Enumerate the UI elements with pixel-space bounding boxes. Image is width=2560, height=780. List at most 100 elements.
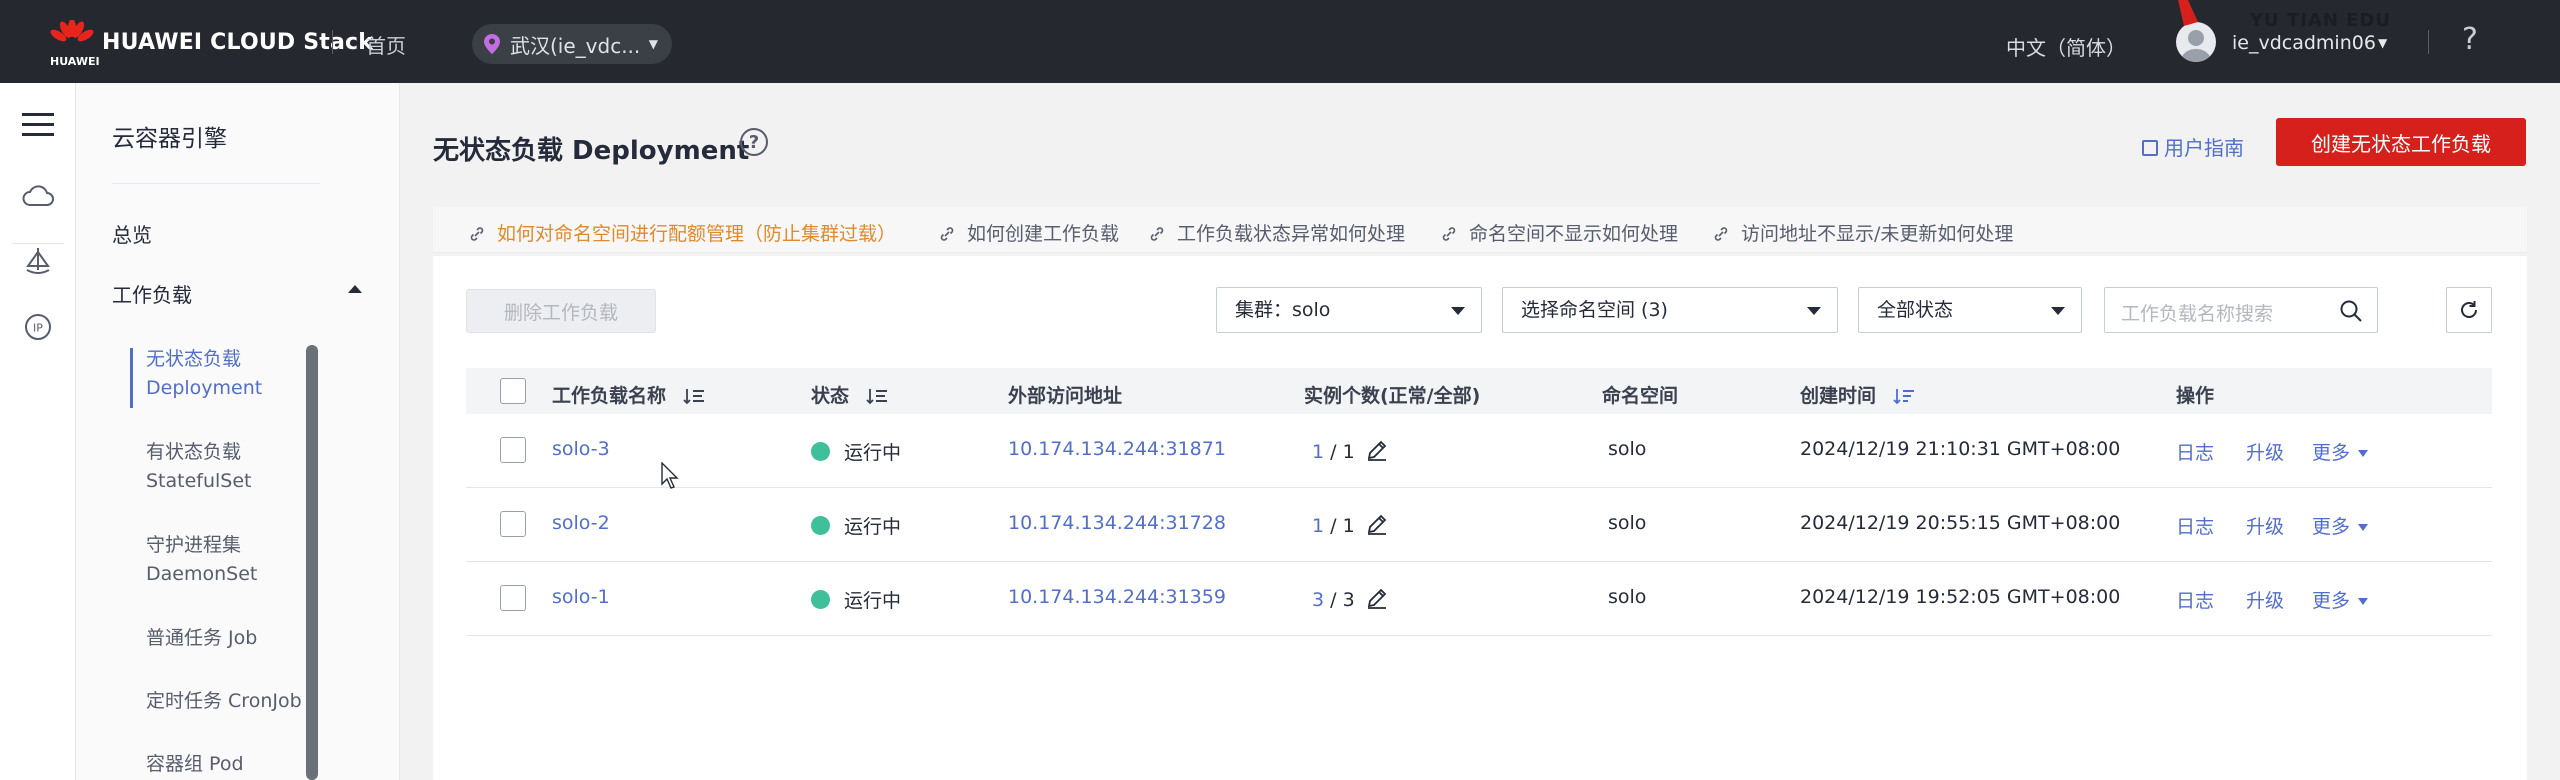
upgrade-link[interactable]: 升级 xyxy=(2246,438,2284,465)
home-link[interactable]: 首页 xyxy=(366,30,406,59)
more-dropdown[interactable]: 更多 xyxy=(2312,512,2369,539)
caret-down-icon xyxy=(2358,524,2369,531)
watermark-text: YU TIAN EDU xyxy=(2250,10,2392,31)
svg-text:IP: IP xyxy=(33,322,43,335)
divider xyxy=(2428,30,2429,54)
link-icon xyxy=(470,227,484,241)
chevron-down-icon: ▼ xyxy=(648,37,658,51)
more-dropdown[interactable]: 更多 xyxy=(2312,438,2369,465)
nav-group-workloads[interactable]: 工作负载 xyxy=(112,279,362,308)
menu-icon[interactable] xyxy=(18,105,58,145)
username[interactable]: ie_vdcadmin06 xyxy=(2232,32,2376,54)
ready-count[interactable]: 1 xyxy=(1312,515,1324,537)
upgrade-link[interactable]: 升级 xyxy=(2246,512,2284,539)
user-menu-chevron-icon[interactable]: ▼ xyxy=(2378,36,2387,50)
status-label: 运行中 xyxy=(844,442,902,464)
ip-icon[interactable]: IP xyxy=(18,307,58,347)
running-status-icon xyxy=(811,442,830,461)
tip-link-address[interactable]: 访问地址不显示/未更新如何处理 xyxy=(1713,219,2013,246)
total-count: / 3 xyxy=(1330,589,1355,611)
access-address-link[interactable]: 10.174.134.244:31871 xyxy=(1008,438,1226,460)
upgrade-link[interactable]: 升级 xyxy=(2246,586,2284,613)
column-header-namespace: 命名空间 xyxy=(1602,385,1679,407)
tip-link-status[interactable]: 工作负载状态异常如何处理 xyxy=(1149,219,1405,246)
log-link[interactable]: 日志 xyxy=(2176,586,2214,613)
instances-cell: 1 / 1 xyxy=(1312,438,1389,463)
column-header-name[interactable]: 工作负载名称 xyxy=(552,381,705,408)
link-icon xyxy=(1714,227,1728,241)
column-header-label: 创建时间 xyxy=(1800,385,1877,407)
log-link[interactable]: 日志 xyxy=(2176,438,2214,465)
dropdown-arrow-icon xyxy=(1807,307,1821,315)
workload-name-link[interactable]: solo-3 xyxy=(552,438,610,460)
collapse-triangle-icon[interactable] xyxy=(348,285,362,293)
help-icon[interactable]: ? xyxy=(2462,22,2478,57)
refresh-button[interactable] xyxy=(2446,287,2492,333)
user-guide-label: 用户指南 xyxy=(2164,136,2244,160)
ship-icon[interactable] xyxy=(18,241,58,281)
tip-link-namespace[interactable]: 命名空间不显示如何处理 xyxy=(1441,219,1678,246)
log-link[interactable]: 日志 xyxy=(2176,512,2214,539)
running-status-icon xyxy=(811,590,830,609)
ready-count[interactable]: 1 xyxy=(1312,441,1324,463)
mouse-cursor-icon xyxy=(661,462,679,489)
tip-link-create[interactable]: 如何创建工作负载 xyxy=(939,219,1119,246)
region-selector[interactable]: 武汉(ie_vdc... ▼ xyxy=(472,24,672,64)
column-header-actions: 操作 xyxy=(2176,385,2215,407)
tip-label: 命名空间不显示如何处理 xyxy=(1469,223,1679,245)
filter-sort-icon[interactable] xyxy=(866,387,888,405)
page-title: 无状态负载 Deployment xyxy=(433,136,750,166)
nav-item-overview[interactable]: 总览 xyxy=(112,219,152,248)
region-label: 武汉(ie_vdc... xyxy=(510,33,641,58)
sort-icon[interactable] xyxy=(683,387,705,405)
more-label: 更多 xyxy=(2312,516,2351,538)
select-all-checkbox[interactable] xyxy=(500,378,526,404)
row-checkbox[interactable] xyxy=(500,511,526,537)
status-select[interactable]: 全部状态 xyxy=(1858,287,2082,333)
active-indicator xyxy=(130,348,133,408)
cloud-icon[interactable] xyxy=(18,175,58,215)
access-address-link[interactable]: 10.174.134.244:31359 xyxy=(1008,586,1226,608)
user-guide-link[interactable]: 用户指南 xyxy=(2142,132,2244,161)
language-selector[interactable]: 中文（简体） xyxy=(2006,32,2126,61)
running-status-icon xyxy=(811,516,830,535)
row-checkbox[interactable] xyxy=(500,585,526,611)
tip-label: 工作负载状态异常如何处理 xyxy=(1177,223,1406,245)
created-time-cell: 2024/12/19 21:10:31 GMT+08:00 xyxy=(1800,438,2121,460)
row-checkbox[interactable] xyxy=(500,437,526,463)
divider xyxy=(112,183,320,184)
sort-desc-icon[interactable] xyxy=(1893,387,1915,405)
dropdown-arrow-icon xyxy=(2051,307,2065,315)
ready-count[interactable]: 3 xyxy=(1312,589,1324,611)
status-label: 运行中 xyxy=(844,516,902,538)
more-dropdown[interactable]: 更多 xyxy=(2312,586,2369,613)
column-header-label: 状态 xyxy=(811,385,850,407)
column-header-status[interactable]: 状态 xyxy=(811,381,888,408)
create-deployment-button[interactable]: 创建无状态工作负载 xyxy=(2276,118,2526,166)
cluster-select[interactable]: 集群：solo xyxy=(1216,287,1482,333)
service-title: 云容器引擎 xyxy=(112,126,227,152)
total-count: / 1 xyxy=(1330,515,1355,537)
table-header: 工作负载名称 状态 外部访问地址 实例个数(正常/全部) 命名空间 创建时间 操… xyxy=(466,368,2492,414)
access-address-link[interactable]: 10.174.134.244:31728 xyxy=(1008,512,1226,534)
workload-name-link[interactable]: solo-2 xyxy=(552,512,610,534)
link-icon xyxy=(1442,227,1456,241)
search-input[interactable]: 工作负载名称搜索 xyxy=(2104,287,2378,333)
column-header-instances: 实例个数(正常/全部) xyxy=(1304,385,1481,407)
column-header-created[interactable]: 创建时间 xyxy=(1800,381,1915,408)
namespace-select[interactable]: 选择命名空间 (3) xyxy=(1502,287,1838,333)
workload-name-link[interactable]: solo-1 xyxy=(552,586,610,608)
edit-icon[interactable] xyxy=(1365,512,1389,536)
tip-link-quota[interactable]: 如何对命名空间进行配额管理（防止集群过载） xyxy=(469,219,896,246)
edit-icon[interactable] xyxy=(1365,586,1389,610)
divider xyxy=(332,30,333,54)
link-icon xyxy=(940,227,954,241)
caret-down-icon xyxy=(2358,450,2369,457)
instances-cell: 1 / 1 xyxy=(1312,512,1389,537)
scrollbar-thumb[interactable] xyxy=(306,345,318,780)
delete-workload-button[interactable]: 删除工作负载 xyxy=(466,289,656,333)
question-circle-icon[interactable]: ? xyxy=(740,128,768,156)
table-row: solo-1 运行中 10.174.134.244:31359 3 / 3 so… xyxy=(466,562,2492,636)
search-icon[interactable] xyxy=(2339,299,2363,323)
edit-icon[interactable] xyxy=(1365,438,1389,462)
